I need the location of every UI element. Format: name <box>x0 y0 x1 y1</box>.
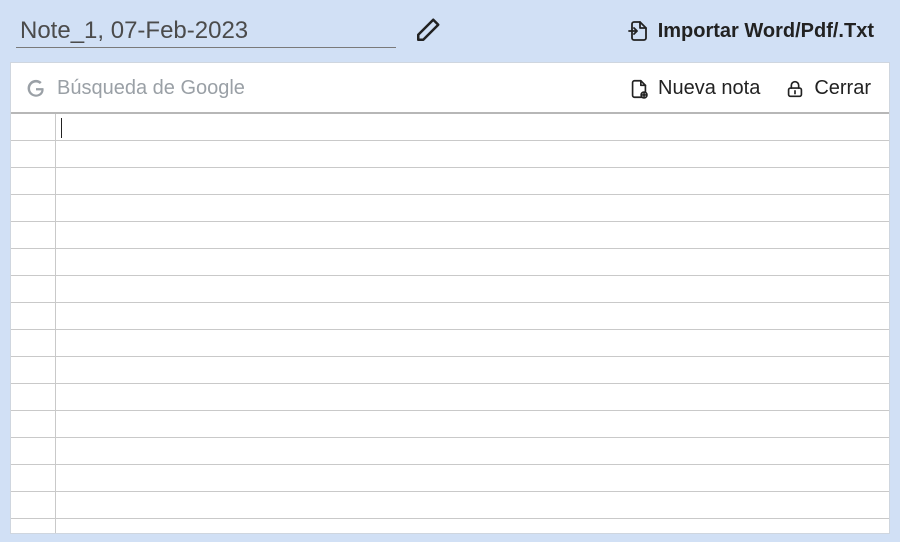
note-title[interactable]: Note_1, 07-Feb-2023 <box>16 15 396 48</box>
app-root: Note_1, 07-Feb-2023 Importar Word/Pdf/.T… <box>0 0 900 542</box>
new-note-label: Nueva nota <box>658 77 760 100</box>
search-group <box>25 77 357 100</box>
toolbar-actions: Nueva nota Cerrar <box>628 77 871 100</box>
google-g-icon <box>25 78 47 100</box>
import-file-icon <box>626 19 650 43</box>
content-card: Nueva nota Cerrar <box>10 62 890 534</box>
close-button[interactable]: Cerrar <box>784 77 871 100</box>
lock-icon <box>784 78 806 100</box>
edit-title-button[interactable] <box>408 12 446 50</box>
title-group: Note_1, 07-Feb-2023 <box>16 12 446 50</box>
import-button-label: Importar Word/Pdf/.Txt <box>658 20 874 43</box>
text-cursor <box>61 118 62 138</box>
search-input[interactable] <box>57 77 357 100</box>
new-note-button[interactable]: Nueva nota <box>628 77 760 100</box>
header-row: Note_1, 07-Feb-2023 Importar Word/Pdf/.T… <box>10 8 890 54</box>
close-label: Cerrar <box>814 77 871 100</box>
margin-line <box>55 114 56 533</box>
toolbar: Nueva nota Cerrar <box>11 63 889 114</box>
new-note-icon <box>628 78 650 100</box>
import-button[interactable]: Importar Word/Pdf/.Txt <box>626 19 884 43</box>
pencil-icon <box>412 16 442 46</box>
note-text-area[interactable] <box>11 114 889 533</box>
